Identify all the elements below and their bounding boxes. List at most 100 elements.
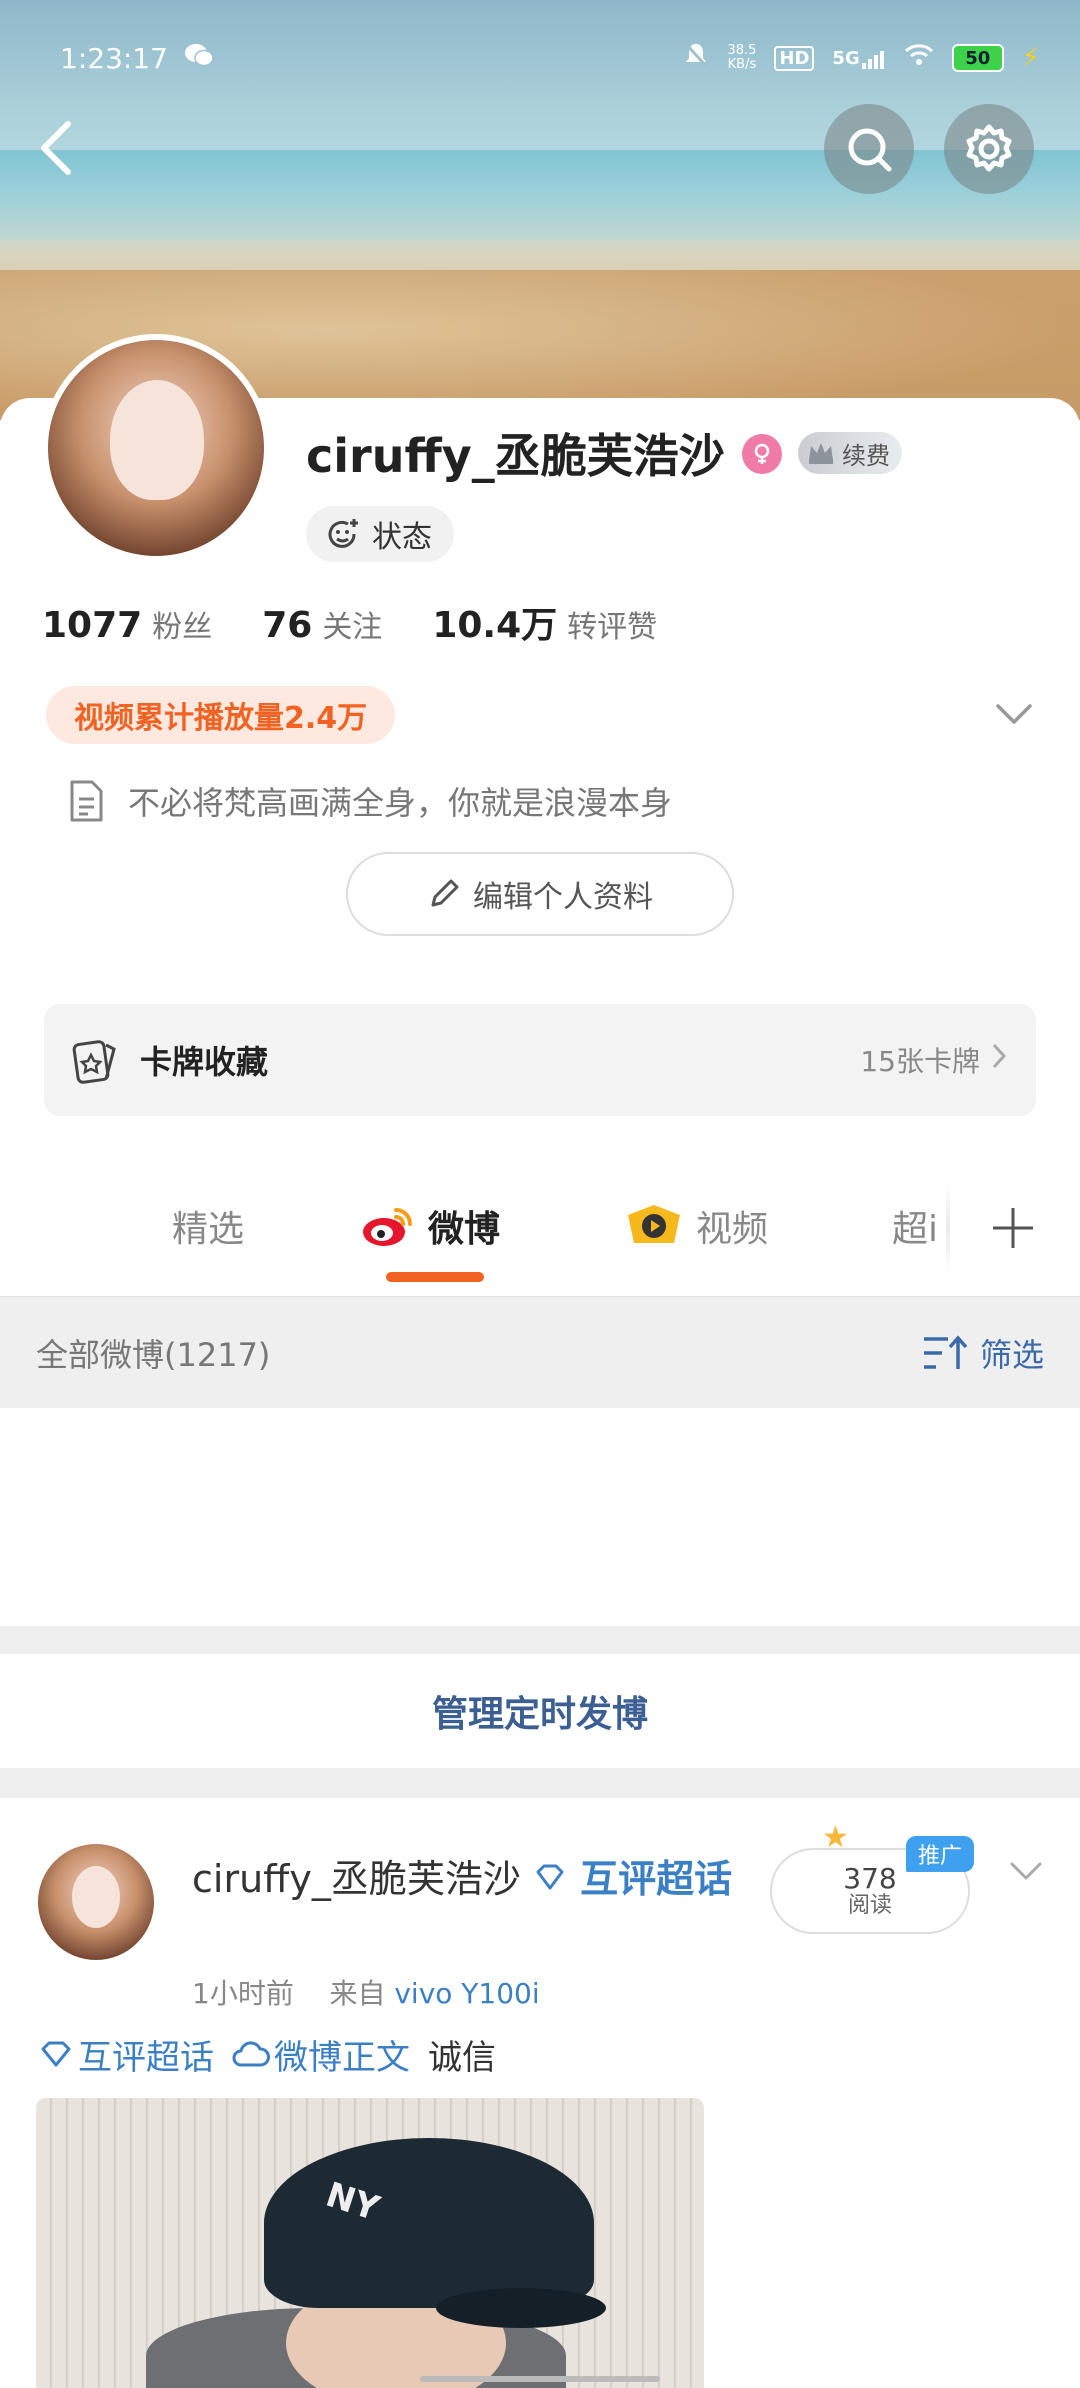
filter-button[interactable]: 筛选: [922, 1330, 1044, 1376]
home-indicator[interactable]: [420, 2376, 660, 2382]
weibo-logo-icon: [363, 1208, 412, 1246]
female-badge-icon[interactable]: [742, 434, 782, 474]
search-button[interactable]: [824, 104, 914, 194]
pencil-icon: [431, 879, 459, 907]
stat-fans[interactable]: 1077 粉丝: [42, 602, 212, 646]
card-collection-label: 卡牌收藏: [140, 1043, 269, 1081]
image-cap-brim: [436, 2288, 606, 2328]
status-time: 1:23:17: [60, 41, 168, 75]
net-speed: 38.5 KB/s: [727, 44, 756, 72]
stat-fans-label: 粉丝: [152, 610, 213, 645]
image-cap: [264, 2138, 594, 2308]
stat-fans-value: 1077: [42, 605, 143, 646]
net-speed-unit: KB/s: [727, 57, 757, 72]
post-meta: 1小时前 来自 vivo Y100i: [192, 1972, 540, 2012]
all-posts-count: 全部微博(1217): [36, 1335, 271, 1374]
tab-super-topic-label: 超i: [892, 1209, 939, 1250]
post-time: 1小时前: [192, 1977, 294, 2010]
diamond-icon: [536, 1864, 564, 1890]
chevron-down-icon[interactable]: [990, 694, 1038, 734]
post-tag-weibo-text-label: 微博正文: [274, 2038, 410, 2078]
settings-button[interactable]: [944, 104, 1034, 194]
post-source[interactable]: vivo Y100i: [394, 1977, 539, 2010]
manage-scheduled-posts-button[interactable]: 管理定时发博: [0, 1654, 1080, 1768]
post-tag-supertopic[interactable]: 互评超话: [38, 2030, 214, 2079]
back-button[interactable]: [36, 118, 80, 182]
vip-label: 续费: [842, 441, 890, 470]
mute-bell-icon: [683, 41, 709, 75]
post-text: 诚信: [428, 2038, 496, 2078]
chevron-down-icon[interactable]: [1006, 1856, 1046, 1886]
stat-interactions[interactable]: 10.4万 转评赞: [432, 596, 657, 648]
stat-interactions-value: 10.4万: [432, 605, 558, 646]
stat-following-value: 76: [262, 605, 313, 646]
hd-badge: HD: [774, 45, 815, 71]
diamond-icon: [41, 2041, 71, 2066]
card-collection-count: 15张卡牌: [860, 1045, 980, 1078]
avatar[interactable]: [42, 334, 270, 562]
charging-bolt-icon: ⚡: [1021, 43, 1040, 73]
post-topic-link[interactable]: 互评超话: [533, 1857, 732, 1901]
video-play-icon: [628, 1205, 680, 1243]
status-bar: 1:23:17 38.5 KB/s HD 5G 50 ⚡: [60, 38, 1040, 78]
chevron-right-icon: [990, 1041, 1008, 1079]
stat-following[interactable]: 76 关注: [262, 602, 382, 646]
read-label: 阅读: [847, 1893, 892, 1919]
signal-5g: 5G: [832, 48, 885, 69]
search-icon: [848, 128, 892, 172]
status-right: 38.5 KB/s HD 5G 50 ⚡: [683, 41, 1040, 75]
promote-badge[interactable]: 推广: [906, 1836, 975, 1872]
read-count: 378: [843, 1861, 897, 1895]
avatar-face: [110, 380, 204, 500]
tab-featured-label: 精选: [172, 1209, 245, 1250]
post-image[interactable]: NY: [36, 2098, 704, 2388]
post-tags: 互评超话 微博正文 诚信: [38, 2030, 496, 2079]
stat-following-label: 关注: [322, 610, 383, 645]
tab-weibo-label: 微博: [428, 1209, 501, 1250]
active-tab-indicator: [386, 1272, 484, 1282]
filter-sort-icon: [923, 1334, 968, 1369]
wifi-icon: [904, 43, 934, 73]
post-author-line: ciruffy_丞脆芙浩沙 互评超话: [192, 1848, 752, 1910]
post-topic-label: 互评超话: [580, 1857, 733, 1901]
chevron-left-icon: [41, 121, 71, 175]
profile-tabs: 精选 微博 视频 超i: [0, 1160, 1080, 1296]
post-from-label: 来自: [329, 1977, 386, 2010]
edit-profile-label: 编辑个人资料: [473, 880, 653, 915]
tab-video-label: 视频: [696, 1209, 769, 1250]
profile-name: ciruffy_丞脆芙浩沙: [306, 429, 725, 483]
net-speed-value: 38.5: [727, 43, 757, 58]
status-label: 状态: [372, 520, 432, 555]
add-tab-button[interactable]: [946, 1160, 1080, 1296]
vip-renew-badge[interactable]: 续费: [798, 432, 902, 474]
video-plays-badge[interactable]: 视频累计播放量2.4万: [46, 686, 396, 744]
post-author-avatar[interactable]: [38, 1844, 154, 1960]
network-type: 5G: [832, 47, 860, 69]
post-author-name[interactable]: ciruffy_丞脆芙浩沙: [192, 1857, 521, 1901]
section-divider: [0, 1626, 1080, 1654]
crown-icon: [809, 443, 833, 464]
filter-label: 筛选: [979, 1335, 1044, 1374]
tab-video[interactable]: 视频: [624, 1200, 768, 1252]
stat-interactions-label: 转评赞: [567, 610, 658, 645]
feed-filter-bar: 全部微博(1217) 筛选: [0, 1296, 1080, 1408]
profile-stats: 1077 粉丝 76 关注 10.4万 转评赞: [42, 596, 657, 648]
post-tag-weibo-text[interactable]: 微博正文: [232, 2030, 410, 2079]
status-button[interactable]: 状态: [306, 506, 454, 562]
edit-profile-button[interactable]: 编辑个人资料: [346, 852, 734, 936]
section-divider-2: [0, 1768, 1080, 1798]
plus-icon: [993, 1208, 1033, 1248]
sea-layer: [0, 150, 1080, 240]
post-avatar-face: [72, 1866, 120, 1928]
post-tag-supertopic-label: 互评超话: [78, 2038, 214, 2078]
card-collection-icon: [72, 1040, 116, 1084]
tab-super-topic[interactable]: 超i: [892, 1200, 938, 1252]
signal-bars-icon: [861, 50, 884, 69]
tab-featured[interactable]: 精选: [172, 1200, 244, 1252]
tab-weibo[interactable]: 微博: [360, 1200, 500, 1252]
document-icon: [70, 780, 103, 822]
card-collection-row[interactable]: 卡牌收藏 15张卡牌: [44, 1004, 1036, 1116]
bio-row: 不必将梵高画满全身，你就是浪漫本身: [66, 778, 672, 824]
wechat-icon: [184, 42, 214, 75]
smiley-add-icon: [328, 519, 358, 548]
